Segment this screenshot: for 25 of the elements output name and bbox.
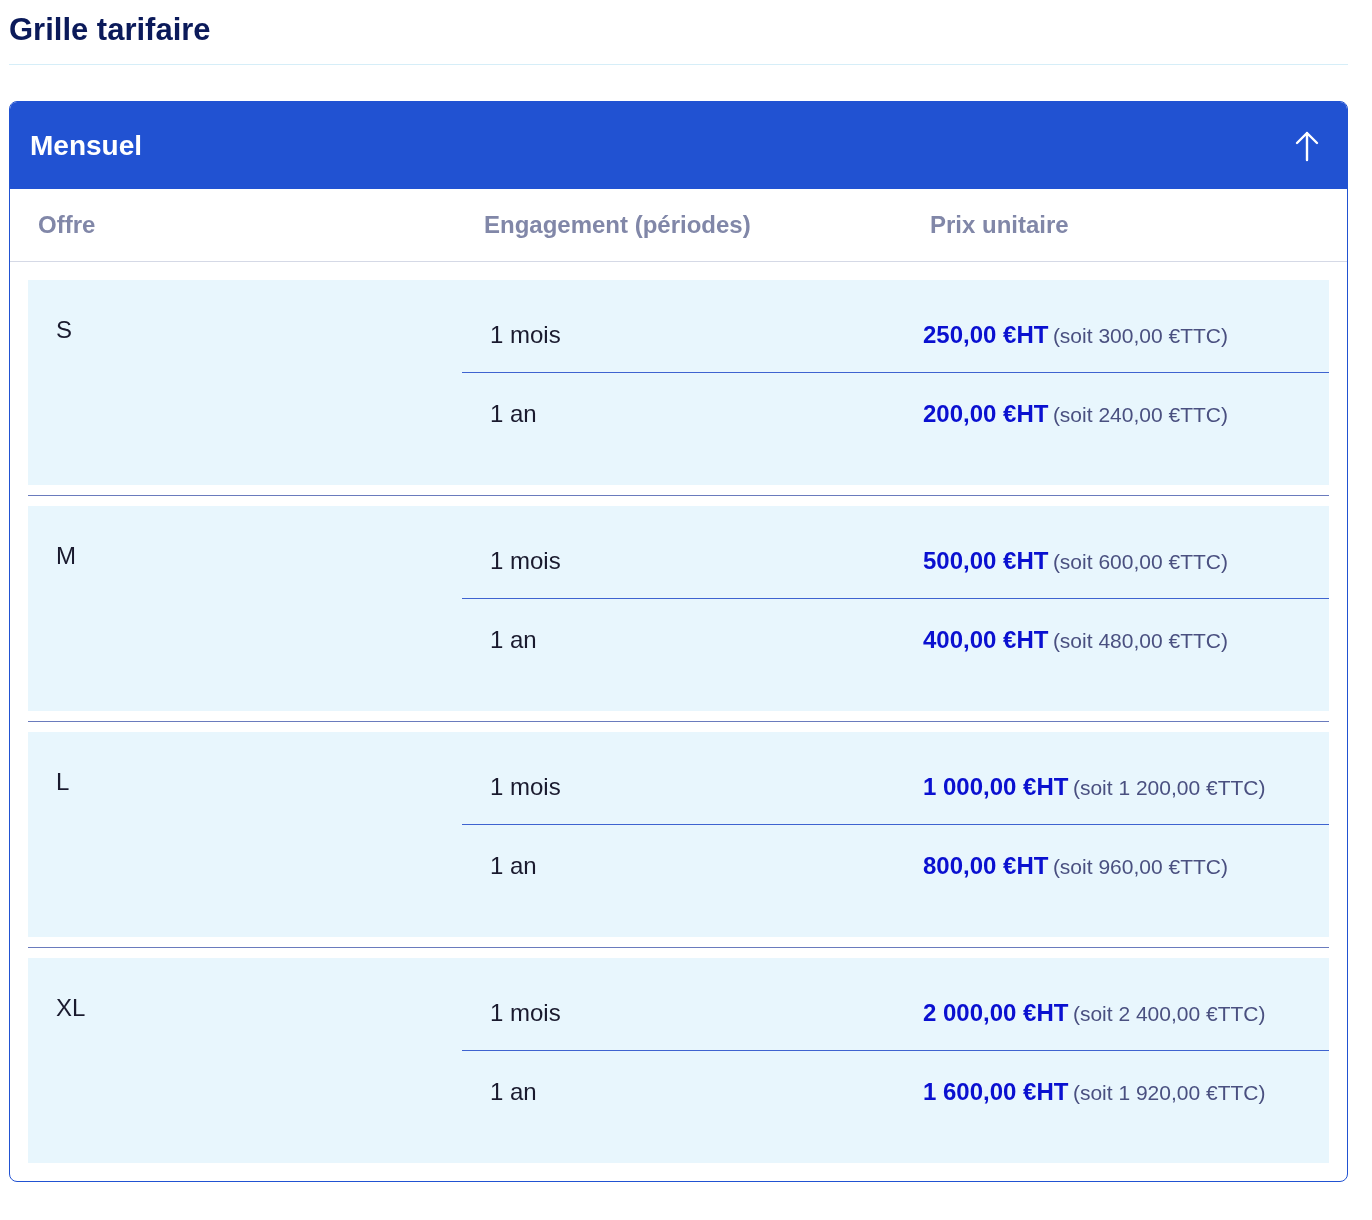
price-text: 400,00 €HT (soit 480,00 €TTC) [923, 626, 1228, 654]
price-text: 250,00 €HT (soit 300,00 €TTC) [923, 321, 1228, 349]
accordion-header[interactable]: Mensuel [10, 102, 1347, 189]
engagement-text: 1 an [489, 400, 537, 428]
column-header: Engagement (périodes) [484, 211, 751, 239]
engagement-text: 1 mois [489, 321, 561, 349]
price-text: 500,00 €HT (soit 600,00 €TTC) [923, 547, 1228, 575]
offer-name: M [55, 542, 76, 570]
offer-name: XL [55, 994, 86, 1022]
offer-name: S [55, 316, 72, 344]
page-title: Grille tarifaire [9, 11, 211, 49]
column-header: Prix unitaire [930, 211, 1069, 239]
engagement-text: 1 an [489, 852, 537, 880]
engagement-text: 1 mois [489, 547, 561, 575]
engagement-text: 1 an [489, 1078, 537, 1106]
price-text: 1 000,00 €HT (soit 1 200,00 €TTC) [923, 773, 1266, 801]
engagement-text: 1 mois [489, 773, 561, 801]
price-text: 800,00 €HT (soit 960,00 €TTC) [923, 852, 1228, 880]
price-text: 2 000,00 €HT (soit 2 400,00 €TTC) [923, 999, 1266, 1027]
column-header: Offre [38, 211, 96, 239]
engagement-text: 1 mois [489, 999, 561, 1027]
price-text: 200,00 €HT (soit 240,00 €TTC) [923, 400, 1228, 428]
offer-name: L [55, 768, 70, 796]
price-text: 1 600,00 €HT (soit 1 920,00 €TTC) [923, 1078, 1266, 1106]
engagement-text: 1 an [489, 626, 537, 654]
